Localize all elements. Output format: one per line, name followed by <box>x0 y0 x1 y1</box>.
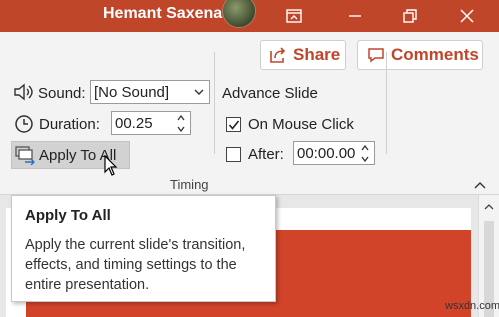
after-checkbox[interactable] <box>226 147 241 162</box>
after-stepper[interactable]: 00:00.00 <box>293 141 375 165</box>
minimize-button[interactable] <box>335 0 375 32</box>
apply-to-all-icon <box>15 146 35 165</box>
spin-down-icon[interactable] <box>361 156 369 162</box>
scroll-up-icon[interactable] <box>484 203 494 210</box>
on-mouse-click-checkbox[interactable] <box>226 117 241 132</box>
tooltip-body: Apply the current slide's transition, ef… <box>25 237 246 293</box>
timing-group-label: Timing <box>170 177 209 192</box>
comments-label: Comments <box>391 45 479 64</box>
watermark: wsxdn.com <box>445 300 499 312</box>
chevron-up-icon[interactable] <box>474 181 486 189</box>
spin-up-icon[interactable] <box>361 145 369 151</box>
user-name[interactable]: Hemant Saxena <box>103 5 222 23</box>
restore-button[interactable] <box>390 0 430 32</box>
group-divider-right <box>386 52 387 154</box>
checkmark-icon <box>228 120 240 130</box>
duration-label: Duration: <box>39 116 100 133</box>
avatar[interactable] <box>222 0 256 28</box>
after-label: After: <box>248 146 284 163</box>
duration-value: 00.25 <box>115 114 153 132</box>
sound-dropdown[interactable]: [No Sound] <box>90 80 210 104</box>
mouse-cursor-icon <box>104 155 118 176</box>
close-icon <box>460 9 474 23</box>
duration-stepper[interactable]: 00.25 <box>111 111 191 135</box>
sound-label: Sound: <box>38 85 86 102</box>
spin-up-icon[interactable] <box>177 115 185 121</box>
comment-icon <box>368 48 384 63</box>
advance-slide-heading: Advance Slide <box>222 85 318 102</box>
clock-icon <box>15 115 33 133</box>
title-bar: Hemant Saxena <box>0 0 499 32</box>
chevron-down-icon <box>194 89 204 95</box>
apply-to-all-tooltip: Apply To All Apply the current slide's t… <box>11 195 276 302</box>
ribbon-display-icon <box>286 9 302 23</box>
minimize-icon <box>349 15 361 17</box>
ribbon-display-options-button[interactable] <box>274 0 314 32</box>
tooltip-title: Apply To All <box>25 207 111 224</box>
sound-value: [No Sound] <box>94 83 170 101</box>
on-mouse-click-label: On Mouse Click <box>248 116 354 133</box>
share-button[interactable]: Share <box>260 40 346 70</box>
spin-down-icon[interactable] <box>177 126 185 132</box>
after-value: 00:00.00 <box>297 144 356 162</box>
speaker-icon <box>14 83 33 101</box>
restore-icon <box>403 9 417 23</box>
vertical-scrollbar[interactable] <box>478 195 499 317</box>
share-icon <box>270 47 286 63</box>
group-divider <box>214 52 215 154</box>
share-label: Share <box>293 45 341 64</box>
comments-button[interactable]: Comments <box>357 40 483 70</box>
close-button[interactable] <box>447 0 487 32</box>
